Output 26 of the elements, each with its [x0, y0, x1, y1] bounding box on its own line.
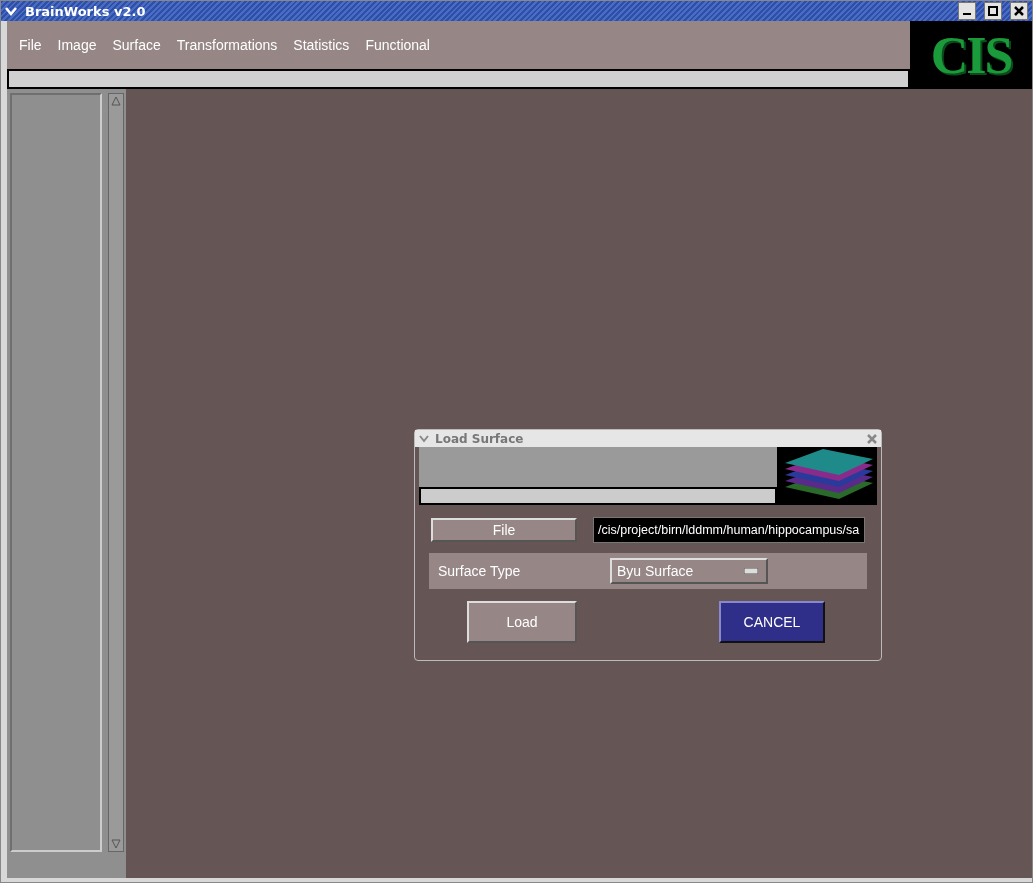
list-box[interactable]	[10, 93, 103, 852]
menu-item[interactable]: Statistics	[293, 37, 350, 54]
menu-item[interactable]: Image	[57, 37, 97, 54]
file-path-field[interactable]: /cis/project/birn/lddmm/human/hippocampus/sa	[593, 517, 865, 543]
up-arrow-icon[interactable]	[111, 96, 122, 106]
file-button[interactable]: File	[431, 518, 577, 542]
surface-type-label: Surface Type	[438, 563, 522, 579]
close-icon[interactable]	[867, 433, 877, 444]
close-icon	[1014, 6, 1024, 16]
menu-item[interactable]: Functional	[365, 37, 430, 54]
menu-item[interactable]: Transformations	[176, 37, 278, 54]
menu-item[interactable]: File	[19, 37, 42, 54]
option-menu-icon	[744, 568, 758, 574]
load-button[interactable]: Load	[467, 601, 577, 643]
window-title: BrainWorks v2.0	[25, 3, 147, 19]
minimize-button[interactable]	[958, 2, 976, 20]
close-button[interactable]	[1010, 2, 1028, 20]
scrollbar[interactable]	[108, 93, 124, 852]
down-arrow-icon[interactable]	[111, 839, 122, 849]
menu-item[interactable]: Surface	[112, 37, 161, 54]
logo: CIS	[910, 21, 1032, 89]
dialog-title: Load Surface	[435, 431, 525, 446]
cancel-button[interactable]: CANCEL	[719, 601, 825, 643]
maximize-icon	[988, 6, 998, 16]
surface-type-dropdown[interactable]: Byu Surface	[610, 558, 768, 584]
maximize-button[interactable]	[984, 2, 1002, 20]
